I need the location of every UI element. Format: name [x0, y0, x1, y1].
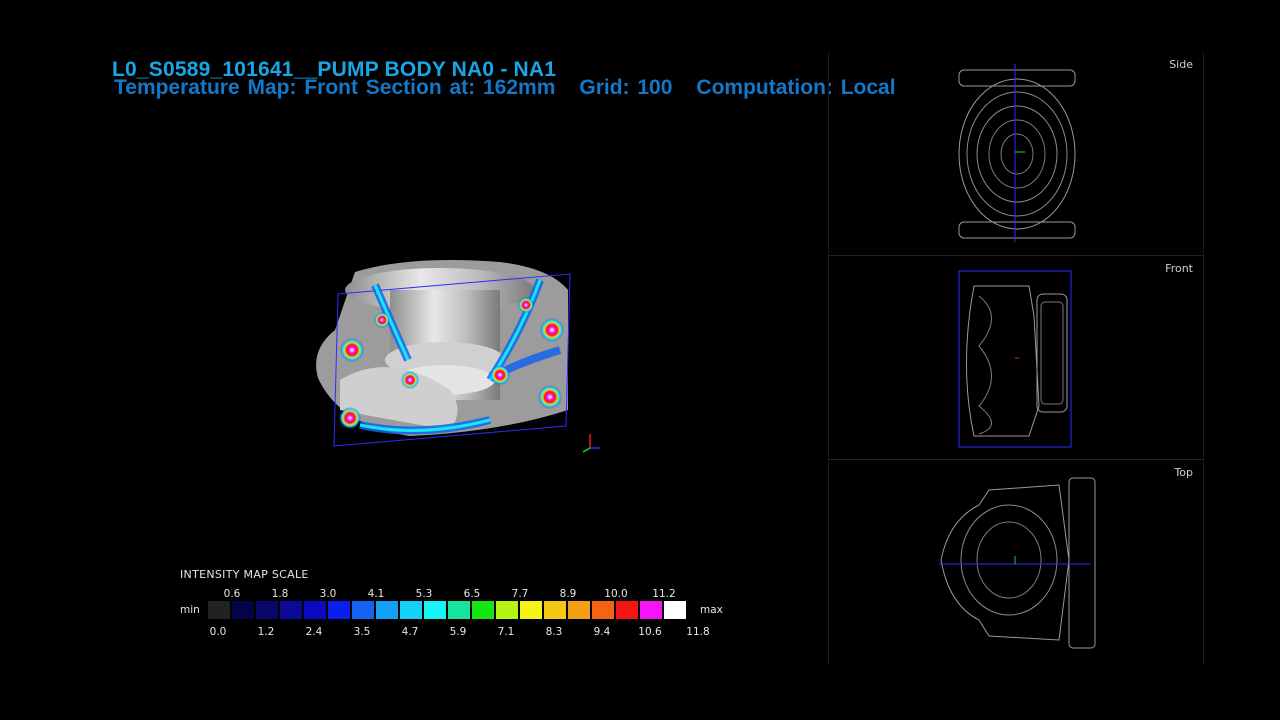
section-label: Temperature Map: Front Section at: 162mm [114, 76, 556, 99]
scale-bottom-tick: 8.3 [545, 626, 563, 638]
scale-swatch [400, 601, 422, 619]
scale-bottom-tick: 11.8 [686, 626, 710, 638]
scale-top-tick: 3.0 [319, 588, 337, 600]
intensity-map-scale: INTENSITY MAP SCALE min max 0.6 1.8 3.0 4.1… [180, 566, 740, 646]
grid-label: Grid: 100 [579, 76, 673, 99]
scale-swatch [304, 601, 326, 619]
scale-swatch [496, 601, 518, 619]
scale-top-tick: 0.6 [223, 588, 241, 600]
scale-swatch [568, 601, 590, 619]
scale-bottom-tick: 9.4 [593, 626, 611, 638]
scale-swatch [232, 601, 254, 619]
scale-bottom-tick: 0.0 [209, 626, 227, 638]
scale-swatch [328, 601, 350, 619]
scale-swatch [424, 601, 446, 619]
scale-swatch [208, 601, 230, 619]
front-view-wireframe [958, 270, 1072, 448]
scale-swatch [472, 601, 494, 619]
scale-swatch [352, 601, 374, 619]
scale-swatches [208, 601, 688, 619]
top-view-wireframe [939, 477, 1096, 649]
scale-bottom-tick: 10.6 [638, 626, 662, 638]
scale-bottom-tick: 2.4 [305, 626, 323, 638]
top-view-label: Top [1174, 466, 1193, 479]
scale-max-label: max [700, 604, 723, 616]
axis-triad-icon [582, 434, 600, 453]
scale-swatch [592, 601, 614, 619]
scale-swatch [544, 601, 566, 619]
scale-top-tick: 7.7 [511, 588, 529, 600]
scale-top-tick: 4.1 [367, 588, 385, 600]
scale-swatch [376, 601, 398, 619]
front-view-label: Front [1165, 262, 1193, 275]
scale-top-tick: 11.2 [652, 588, 676, 600]
scale-bottom-tick: 1.2 [257, 626, 275, 638]
scale-swatch [616, 601, 638, 619]
top-view[interactable]: Top [829, 460, 1203, 663]
pump-body-section-render [316, 259, 600, 453]
side-view-wireframe [958, 64, 1076, 242]
scale-top-tick: 5.3 [415, 588, 433, 600]
scale-top-tick: 8.9 [559, 588, 577, 600]
map-info: Temperature Map: Front Section at: 162mm… [114, 76, 920, 100]
scale-swatch [280, 601, 302, 619]
scale-swatch [520, 601, 542, 619]
front-view[interactable]: Front [829, 256, 1203, 460]
scale-bottom-tick: 5.9 [449, 626, 467, 638]
scale-bottom-tick: 7.1 [497, 626, 515, 638]
scale-bottom-tick: 4.7 [401, 626, 419, 638]
scale-top-tick: 1.8 [271, 588, 289, 600]
scale-swatch [640, 601, 662, 619]
scale-swatch [256, 601, 278, 619]
ortho-views-panel: Side Front Top [828, 52, 1204, 664]
side-view[interactable]: Side [829, 52, 1203, 256]
scale-min-label: min [180, 604, 200, 616]
scale-swatch [664, 601, 686, 619]
scale-top-tick: 6.5 [463, 588, 481, 600]
scale-swatch [448, 601, 470, 619]
scale-bottom-tick: 3.5 [353, 626, 371, 638]
main-3d-viewport[interactable] [300, 250, 620, 470]
scale-top-tick: 10.0 [604, 588, 628, 600]
side-view-label: Side [1169, 58, 1193, 71]
scale-title: INTENSITY MAP SCALE [180, 568, 309, 581]
